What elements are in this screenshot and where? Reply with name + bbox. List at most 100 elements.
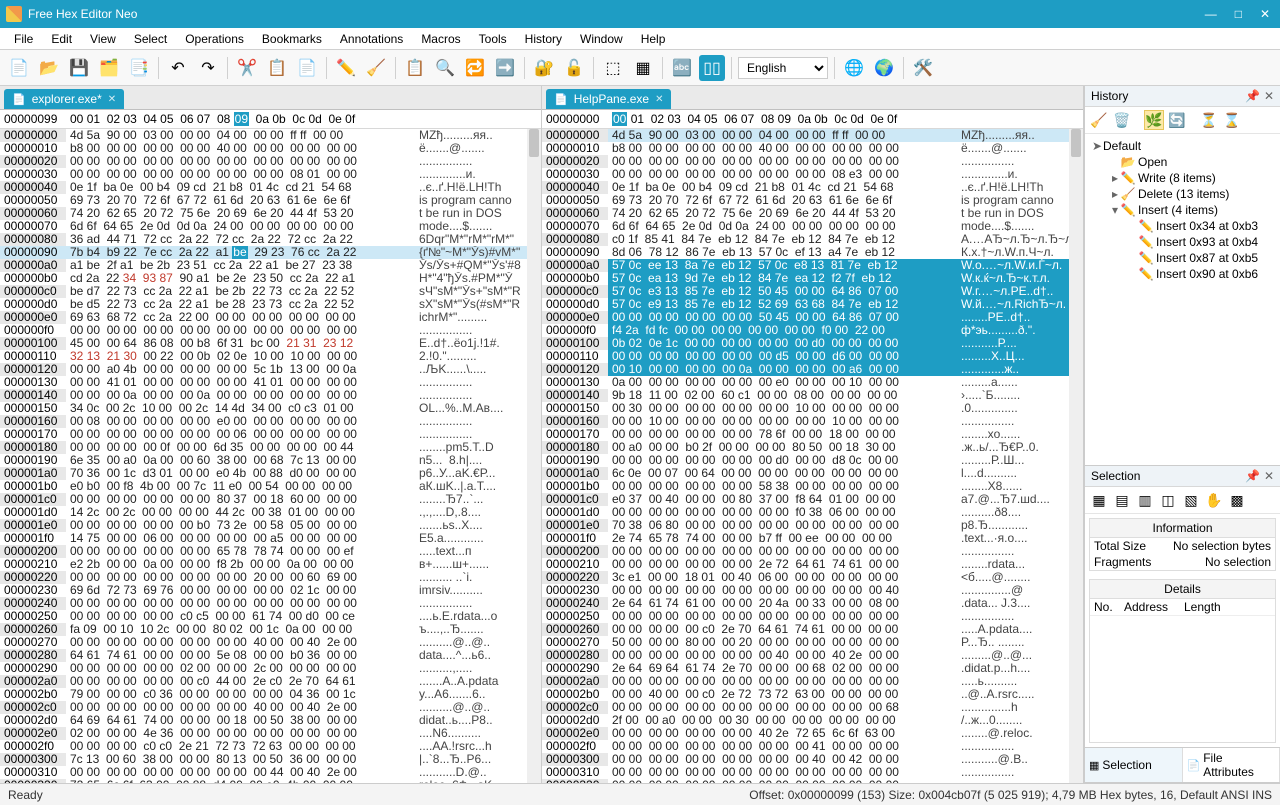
hex-row[interactable]: 000001c000 00 00 00 00 00 00 00 80 37 00… — [0, 493, 541, 506]
hex-row[interactable]: 000001a070 36 00 1c d3 01 00 00 e0 4b 00… — [0, 467, 541, 480]
hex-row[interactable]: 0000024000 00 00 00 00 00 00 00 00 00 00… — [0, 597, 541, 610]
hex-row[interactable]: 000000a057 0c ee 13 8a 7e eb 12 57 0c e8… — [542, 259, 1083, 272]
tree-write[interactable]: ▸✏️Write (8 items) — [1087, 170, 1278, 186]
hex-row[interactable]: 000000b0cd 2a 22 34 93 87 90 a1 be 2e 23… — [0, 272, 541, 285]
hex-row[interactable]: 000000e069 63 68 72 cc 2a 22 00 00 00 00… — [0, 311, 541, 324]
hex-row[interactable]: 0000022000 00 00 00 00 00 00 00 00 00 20… — [0, 571, 541, 584]
hex-row[interactable]: 000002c000 00 00 00 00 00 00 00 00 00 00… — [542, 701, 1083, 714]
language-select[interactable]: English — [738, 57, 828, 79]
edit-icon[interactable]: ✏️ — [333, 55, 359, 81]
clipboard-icon[interactable]: 📋 — [402, 55, 428, 81]
panel-close-icon[interactable]: ✕ — [1264, 469, 1274, 483]
replace-icon[interactable]: 🔁 — [462, 55, 488, 81]
menu-operations[interactable]: Operations — [177, 30, 252, 48]
hex-row[interactable]: 000000400e 1f ba 0e 00 b4 09 cd 21 b8 01… — [0, 181, 541, 194]
select-range-icon[interactable]: ⬚ — [600, 55, 626, 81]
hex-row[interactable]: 000002d064 69 64 61 74 00 00 00 00 18 00… — [0, 714, 541, 727]
hex-row[interactable]: 000001906e 35 00 a0 0a 00 00 60 38 00 00… — [0, 454, 541, 467]
goto-icon[interactable]: ➡️ — [492, 55, 518, 81]
hex-row[interactable]: 000001e000 00 00 00 00 00 00 b0 73 2e 00… — [0, 519, 541, 532]
hex-row[interactable]: 00000210e2 2b 00 00 0a 00 00 00 f8 2b 00… — [0, 558, 541, 571]
hex-body-right[interactable]: 000000004d 5a 90 00 03 00 00 00 04 00 00… — [542, 129, 1083, 783]
hex-row[interactable]: 0000015000 30 00 00 00 00 00 00 00 00 10… — [542, 402, 1083, 415]
hex-row[interactable]: 000002e002 00 00 00 4e 36 00 00 00 00 00… — [0, 727, 541, 740]
sel-mode3-icon[interactable]: ▥ — [1135, 490, 1155, 510]
hex-row[interactable]: 0000023069 6d 72 73 69 76 00 00 00 00 00… — [0, 584, 541, 597]
hex-row[interactable]: 0000005069 73 20 70 72 6f 67 72 61 6d 20… — [542, 194, 1083, 207]
pin-icon[interactable]: 📌 — [1245, 469, 1260, 483]
hex-row[interactable]: 0000027000 00 00 00 00 00 00 00 00 00 40… — [0, 636, 541, 649]
web-update-icon[interactable]: 🌐 — [841, 55, 867, 81]
menu-select[interactable]: Select — [126, 30, 175, 48]
hex-row[interactable]: 000001b000 00 00 00 00 00 00 00 58 38 00… — [542, 480, 1083, 493]
menu-window[interactable]: Window — [572, 30, 631, 48]
hex-row[interactable]: 0000015034 0c 00 2c 10 00 00 2c 14 4d 34… — [0, 402, 541, 415]
hex-row[interactable]: 0000021000 00 00 00 00 00 00 00 2e 72 64… — [542, 558, 1083, 571]
hex-row[interactable]: 000000f000 00 00 00 00 00 00 00 00 00 00… — [0, 324, 541, 337]
hex-row[interactable]: 0000017000 00 00 00 00 00 00 00 78 6f 00… — [542, 428, 1083, 441]
tree-insert[interactable]: ▾✏️Insert (4 items) — [1087, 202, 1278, 218]
menu-macros[interactable]: Macros — [413, 30, 468, 48]
hex-row[interactable]: 000001f014 75 00 00 06 00 00 00 00 00 00… — [0, 532, 541, 545]
menu-view[interactable]: View — [82, 30, 124, 48]
redo-icon[interactable]: ↷ — [195, 55, 221, 81]
sel-mode1-icon[interactable]: ▦ — [1089, 490, 1109, 510]
hex-row[interactable]: 0000011000 00 00 00 00 00 00 00 00 d5 00… — [542, 350, 1083, 363]
scrollbar-vertical[interactable] — [527, 129, 541, 783]
tree-insert-item[interactable]: ✏️Insert 0x93 at 0xb4 — [1087, 234, 1278, 250]
save-icon[interactable]: 💾 — [66, 55, 92, 81]
hex-row[interactable]: 000001f02e 74 65 78 74 00 00 00 b7 ff 00… — [542, 532, 1083, 545]
hex-row[interactable]: 000001000b 02 0e 1c 00 00 00 00 00 00 00… — [542, 337, 1083, 350]
hex-row[interactable]: 000000004d 5a 90 00 03 00 00 00 04 00 00… — [0, 129, 541, 142]
menu-history[interactable]: History — [517, 30, 570, 48]
close-button[interactable]: ✕ — [1260, 7, 1270, 21]
hex-row[interactable]: 000000b057 0c ea 13 9d 7e eb 12 84 7e ea… — [542, 272, 1083, 285]
history-clear-icon[interactable]: 🧹 — [1089, 110, 1109, 130]
hex-row[interactable]: 000001a06c 0e 00 07 00 64 00 00 00 00 00… — [542, 467, 1083, 480]
hex-row[interactable]: 0000010045 00 00 64 86 08 00 b8 6f 31 bc… — [0, 337, 541, 350]
hex-row[interactable]: 000002203c e1 00 00 18 01 00 40 06 00 00… — [542, 571, 1083, 584]
sel-mode5-icon[interactable]: ▧ — [1181, 490, 1201, 510]
select-all-icon[interactable]: ▦ — [630, 55, 656, 81]
web-home-icon[interactable]: 🌍 — [871, 55, 897, 81]
hex-row[interactable]: 0000002000 00 00 00 00 00 00 00 00 00 00… — [0, 155, 541, 168]
hex-row[interactable]: 000002c000 00 00 00 00 00 00 00 00 00 40… — [0, 701, 541, 714]
menu-tools[interactable]: Tools — [471, 30, 515, 48]
hex-row[interactable]: 000001c0e0 37 00 40 00 00 00 80 37 00 f8… — [542, 493, 1083, 506]
hex-row[interactable]: 00000260fa 09 00 10 10 2c 00 00 80 02 00… — [0, 623, 541, 636]
hex-body-left[interactable]: 000000004d 5a 90 00 03 00 00 00 04 00 00… — [0, 129, 541, 783]
hex-row[interactable]: 000000c057 0c e3 13 85 7e eb 12 50 45 00… — [542, 285, 1083, 298]
sel-mode6-icon[interactable]: ▩ — [1227, 490, 1247, 510]
hex-row[interactable]: 0000026000 00 00 00 00 c0 2e 70 64 61 74… — [542, 623, 1083, 636]
tree-insert-item[interactable]: ✏️Insert 0x34 at 0xb3 — [1087, 218, 1278, 234]
pin-icon[interactable]: 📌 — [1245, 89, 1260, 103]
tab-selection[interactable]: ▦ Selection — [1085, 748, 1183, 782]
history-filter1-icon[interactable]: ⏳ — [1199, 110, 1219, 130]
copy-icon[interactable]: 📋 — [264, 55, 290, 81]
hex-row[interactable]: 0000028000 00 00 00 00 00 00 00 00 40 00… — [542, 649, 1083, 662]
menu-bookmarks[interactable]: Bookmarks — [254, 30, 330, 48]
hex-row[interactable]: 0000032000 00 00 00 00 00 00 00 00 00 00… — [542, 779, 1083, 783]
hex-row[interactable]: 00000010b8 00 00 00 00 00 00 00 40 00 00… — [542, 142, 1083, 155]
hex-row[interactable]: 0000013000 00 41 01 00 00 00 00 00 00 41… — [0, 376, 541, 389]
new-file-icon[interactable]: 📄 — [6, 55, 32, 81]
hex-row[interactable]: 000001409b 18 11 00 02 00 60 c1 00 00 08… — [542, 389, 1083, 402]
hex-row[interactable]: 000002a000 00 00 00 00 00 00 c0 44 00 2e… — [0, 675, 541, 688]
hex-row[interactable]: 000000908d 06 78 12 86 7e eb 13 57 0c ef… — [542, 246, 1083, 259]
hex-row[interactable]: 0000028064 61 74 61 00 00 00 00 5e 08 00… — [0, 649, 541, 662]
hex-row[interactable]: 000002d02f 00 00 a0 00 00 00 30 00 00 00… — [542, 714, 1083, 727]
hex-row[interactable]: 0000012000 00 a0 4b 00 00 00 00 00 00 5c… — [0, 363, 541, 376]
history-refresh-icon[interactable]: 🔄 — [1167, 110, 1187, 130]
hex-row[interactable]: 0000032072 65 6c 6f 63 00 00 88 d4 00 00… — [0, 779, 541, 783]
hex-row[interactable]: 000000d0be d5 22 73 cc 2a 22 a1 be 28 23… — [0, 298, 541, 311]
cut-icon[interactable]: ✂️ — [234, 55, 260, 81]
view-mode-icon[interactable]: ▯▯ — [699, 55, 725, 81]
hex-row[interactable]: 0000011032 13 21 30 00 22 00 0b 02 0e 10… — [0, 350, 541, 363]
menu-file[interactable]: File — [6, 30, 41, 48]
scrollbar-vertical[interactable] — [1069, 129, 1083, 783]
menu-annotations[interactable]: Annotations — [332, 30, 411, 48]
hex-row[interactable]: 000002e000 00 00 00 00 00 00 00 40 2e 72… — [542, 727, 1083, 740]
tree-root[interactable]: ➤Default — [1087, 138, 1278, 154]
hex-row[interactable]: 0000029000 00 00 00 00 00 02 00 00 00 2c… — [0, 662, 541, 675]
tab-file-attributes[interactable]: 📄 File Attributes — [1183, 748, 1280, 782]
